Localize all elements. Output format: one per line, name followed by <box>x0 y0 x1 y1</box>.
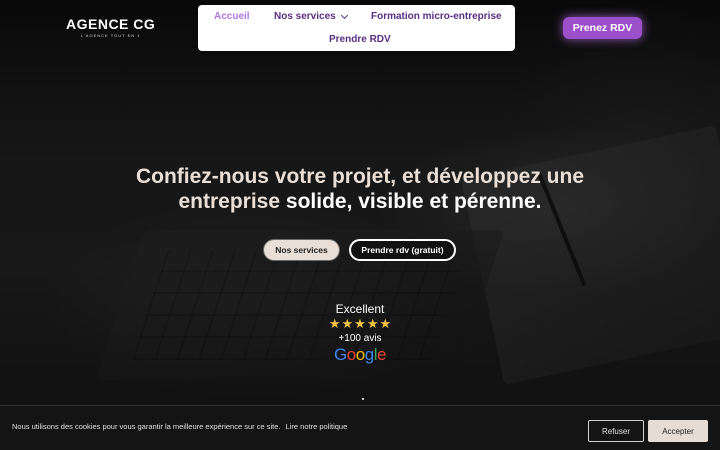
slider-dot <box>362 398 364 400</box>
hero-title: Confiez-nous votre projet, et développez… <box>0 164 720 214</box>
hero-title-highlight: solide, visible et pérenne. <box>285 190 542 213</box>
review-label: Excellent <box>335 302 385 316</box>
hero-title-part2: entreprise <box>178 190 281 213</box>
header-rdv-button[interactable]: Prenez RDV <box>563 17 642 39</box>
free-rdv-button[interactable]: Prendre rdv (gratuit) <box>349 239 456 261</box>
privacy-policy-link[interactable]: Lire notre politique <box>286 422 348 431</box>
hero-overlay <box>0 0 720 450</box>
refuse-cookies-button[interactable]: Refuser <box>588 420 644 442</box>
cookie-banner: Nous utilisons des cookies pour vous gar… <box>0 405 720 450</box>
star-icon: ★ <box>354 317 366 332</box>
review-count: +100 avis <box>338 333 382 344</box>
main-nav: Accueil Nos services Formation micro-ent… <box>198 5 515 51</box>
chevron-down-icon <box>340 11 348 19</box>
review-badge[interactable]: Excellent ★ ★ ★ ★ ★ +100 avis Google <box>310 302 410 365</box>
accept-cookies-button[interactable]: Accepter <box>648 420 708 442</box>
logo-tagline: L'AGENCE TOUT EN 1 <box>80 33 141 38</box>
logo-title: AGENCE CG <box>66 16 156 32</box>
google-logo: Google <box>334 345 386 364</box>
rating-stars: ★ ★ ★ ★ ★ <box>329 318 391 332</box>
hero-title-line1: Confiez-nous votre projet, et développez… <box>135 165 585 188</box>
nav-item-prendre-rdv[interactable]: Prendre RDV <box>329 34 391 45</box>
cookie-message: Nous utilisons des cookies pour vous gar… <box>12 422 281 431</box>
logo[interactable]: AGENCE CG L'AGENCE TOUT EN 1 <box>66 16 155 38</box>
nav-item-services[interactable]: Nos services <box>274 11 348 22</box>
cookie-text: Nous utilisons des cookies pour vous gar… <box>12 422 347 431</box>
nav-item-services-label: Nos services <box>274 11 336 22</box>
star-icon: ★ <box>341 317 354 332</box>
star-icon: ★ <box>379 317 392 332</box>
services-button[interactable]: Nos services <box>264 240 339 260</box>
star-icon: ★ <box>366 317 379 332</box>
nav-item-accueil[interactable]: Accueil <box>214 11 250 22</box>
star-icon: ★ <box>328 317 341 332</box>
nav-item-formation[interactable]: Formation micro-entreprise <box>371 11 502 22</box>
